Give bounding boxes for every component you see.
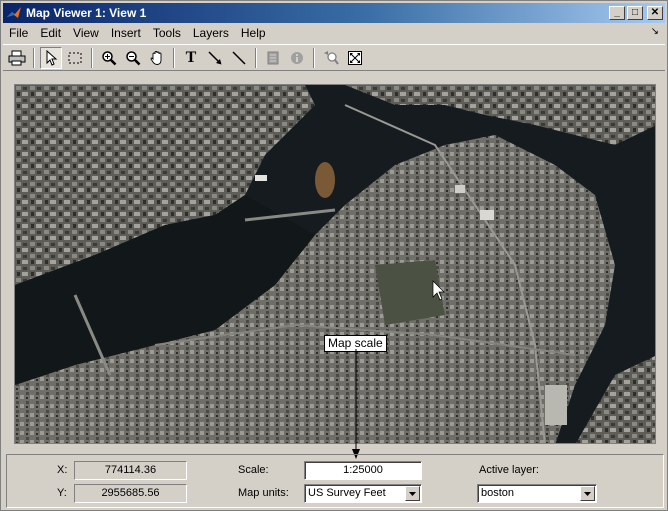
map-units-value: US Survey Feet: [308, 487, 386, 499]
insert-arrow-button[interactable]: [204, 47, 226, 69]
chevron-down-icon: [409, 491, 416, 496]
toolbar-separator: [313, 47, 315, 68]
toolbar-separator: [173, 47, 175, 68]
fit-to-window-button[interactable]: [344, 47, 366, 69]
close-button[interactable]: ✕: [647, 6, 663, 20]
status-panel: X: 774114.36 Y: 2955685.56 Scale: 1:2500…: [6, 454, 664, 508]
dropdown-button[interactable]: [405, 486, 420, 501]
insert-text-button[interactable]: T: [180, 47, 202, 69]
minimize-button[interactable]: _: [609, 6, 625, 20]
map-units-label: Map units:: [238, 487, 289, 499]
zoom-in-icon: [101, 50, 117, 66]
pan-hand-icon: [149, 50, 165, 66]
map-display[interactable]: [14, 84, 656, 444]
text-icon: T: [185, 48, 197, 66]
active-layer-select[interactable]: boston: [477, 484, 597, 503]
arrow-annotation-icon: [207, 50, 223, 66]
zoom-out-button[interactable]: [122, 47, 144, 69]
callout-arrow-icon: [352, 349, 360, 459]
info-button[interactable]: [286, 47, 308, 69]
fit-to-window-icon: [347, 50, 363, 66]
menu-view[interactable]: View: [67, 26, 105, 40]
matlab-logo-icon: [6, 5, 22, 21]
zoom-out-icon: [125, 50, 141, 66]
minimize-icon: _: [614, 7, 620, 18]
info-icon: [289, 50, 305, 66]
menu-bar: File Edit View Insert Tools Layers Help …: [3, 24, 665, 42]
toolbar: T: [3, 44, 665, 71]
chevron-down-icon: [584, 491, 591, 496]
toolbar-separator: [91, 47, 93, 68]
print-button[interactable]: [6, 47, 28, 69]
dock-icon[interactable]: ↘: [651, 26, 659, 37]
map-viewer-window: Map Viewer 1: View 1 _ □ ✕ File Edit Vie…: [0, 0, 668, 511]
menu-help[interactable]: Help: [235, 26, 272, 40]
zoom-previous-button[interactable]: [320, 47, 342, 69]
scale-input[interactable]: 1:25000: [304, 461, 422, 480]
line-annotation-icon: [231, 50, 247, 66]
pan-button[interactable]: [146, 47, 168, 69]
map-units-select[interactable]: US Survey Feet: [304, 484, 422, 503]
select-region-button[interactable]: [64, 47, 86, 69]
scale-label: Scale:: [238, 464, 269, 476]
insert-line-button[interactable]: [228, 47, 250, 69]
y-coordinate-label: Y:: [57, 487, 67, 499]
select-arrow-button[interactable]: [40, 46, 62, 69]
datatip-icon: [265, 50, 281, 66]
active-layer-label: Active layer:: [479, 464, 539, 476]
zoom-prev-icon: [323, 50, 339, 66]
menu-insert[interactable]: Insert: [105, 26, 147, 40]
dropdown-button[interactable]: [580, 486, 595, 501]
print-icon: [8, 50, 26, 66]
datatip-button[interactable]: [262, 47, 284, 69]
x-coordinate-label: X:: [57, 464, 68, 476]
window-title: Map Viewer 1: View 1: [26, 6, 147, 20]
x-coordinate-field: 774114.36: [74, 461, 187, 480]
toolbar-separator: [255, 47, 257, 68]
select-arrow-icon: [44, 49, 58, 66]
maximize-icon: □: [631, 7, 639, 18]
menu-edit[interactable]: Edit: [34, 26, 67, 40]
menu-layers[interactable]: Layers: [187, 26, 235, 40]
close-icon: ✕: [650, 7, 660, 18]
maximize-button[interactable]: □: [627, 6, 643, 20]
title-bar[interactable]: Map Viewer 1: View 1 _ □ ✕: [3, 3, 665, 23]
toolbar-separator: [33, 47, 35, 68]
menu-tools[interactable]: Tools: [147, 26, 187, 40]
y-coordinate-field: 2955685.56: [74, 484, 187, 503]
active-layer-value: boston: [481, 487, 515, 499]
select-region-icon: [67, 50, 83, 66]
menu-file[interactable]: File: [3, 26, 34, 40]
satellite-image: [15, 85, 655, 443]
zoom-in-button[interactable]: [98, 47, 120, 69]
